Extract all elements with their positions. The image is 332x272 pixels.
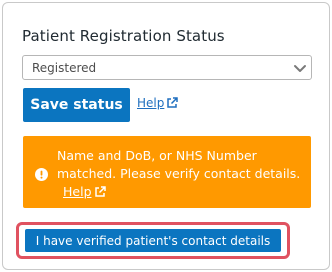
verified-contact-details-button[interactable]: I have verified patient's contact detail…	[25, 229, 281, 252]
select-value: Registered	[32, 61, 97, 75]
help-link[interactable]: Help	[137, 96, 179, 110]
panel-title: Patient Registration Status	[22, 27, 225, 45]
verify-button-highlight: I have verified patient's contact detail…	[16, 222, 290, 259]
info-icon	[35, 168, 48, 181]
alert-message-text: Name and DoB, or NHS Number matched. Ple…	[57, 148, 301, 181]
external-link-icon	[167, 97, 179, 108]
warning-alert: Name and DoB, or NHS Number matched. Ple…	[23, 136, 311, 208]
help-link-label: Help	[137, 96, 165, 110]
registration-status-select[interactable]: Registered	[22, 55, 312, 80]
registration-panel: Patient Registration Status Registered S…	[2, 2, 330, 270]
alert-message: Name and DoB, or NHS Number matched. Ple…	[57, 147, 302, 201]
alert-help-label: Help	[63, 184, 92, 199]
save-status-button[interactable]: Save status	[23, 88, 130, 122]
alert-help-link[interactable]: Help	[63, 183, 106, 201]
external-link-icon	[94, 186, 106, 197]
chevron-down-icon	[294, 65, 306, 72]
